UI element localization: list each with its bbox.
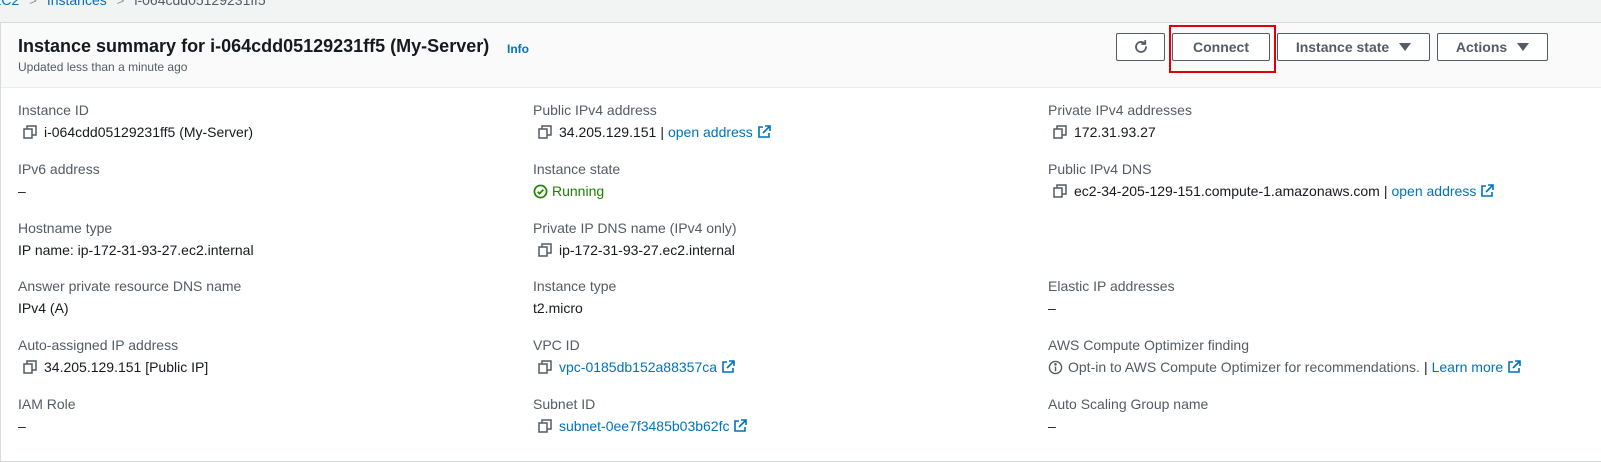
field-value: ec2-34-205-129-151.compute-1.amazonaws.c… bbox=[1074, 183, 1380, 199]
breadcrumb-current: i-064cdd05129231ff5 bbox=[134, 0, 266, 8]
instance-state-field: Instance state Running bbox=[533, 161, 620, 200]
field-label: Answer private resource DNS name bbox=[18, 278, 242, 294]
chevron-right-icon: > bbox=[116, 0, 125, 8]
caret-down-icon bbox=[1399, 43, 1412, 51]
open-address-link[interactable]: open address bbox=[668, 123, 753, 141]
private-dns-field: Private IP DNS name (IPv4 only) ip-172-3… bbox=[533, 220, 737, 259]
field-value: 34.205.129.151 bbox=[559, 124, 657, 140]
field-label: AWS Compute Optimizer finding bbox=[1048, 337, 1249, 353]
field-label: Instance state bbox=[533, 161, 621, 177]
field-value: ip-172-31-93-27.ec2.internal bbox=[559, 242, 735, 258]
copy-icon[interactable] bbox=[23, 360, 37, 374]
panel-header: Instance summary for i-064cdd05129231ff5… bbox=[1, 23, 1601, 88]
hostname-type-field: Hostname type IP name: ip-172-31-93-27.e… bbox=[18, 220, 254, 259]
refresh-button[interactable] bbox=[1116, 33, 1165, 61]
external-link-icon[interactable] bbox=[721, 360, 735, 374]
copy-icon[interactable] bbox=[538, 125, 552, 139]
field-label: Private IPv4 addresses bbox=[1048, 102, 1192, 118]
field-label: Auto-assigned IP address bbox=[18, 337, 179, 353]
instance-type-field: Instance type t2.micro bbox=[533, 278, 616, 317]
actions-dropdown[interactable]: Actions bbox=[1437, 33, 1548, 61]
field-label: Instance type bbox=[533, 278, 617, 294]
field-value: IP name: ip-172-31-93-27.ec2.internal bbox=[18, 242, 254, 258]
learn-more-link[interactable]: Learn more bbox=[1432, 358, 1504, 376]
subnet-id-field: Subnet ID subnet-0ee7f3485b03b62fc bbox=[533, 396, 748, 435]
field-value: – bbox=[1048, 418, 1056, 434]
field-value: – bbox=[1048, 300, 1056, 316]
field-label: Auto Scaling Group name bbox=[1048, 396, 1209, 412]
instance-state-label: Instance state bbox=[1295, 39, 1390, 55]
auto-assigned-ip-field: Auto-assigned IP address 34.205.129.151 … bbox=[18, 337, 208, 376]
copy-icon[interactable] bbox=[538, 360, 552, 374]
caret-down-icon bbox=[1517, 43, 1530, 51]
open-address-link[interactable]: open address bbox=[1391, 182, 1476, 200]
instance-summary-panel: Instance summary for i-064cdd05129231ff5… bbox=[0, 22, 1601, 462]
field-label: Instance ID bbox=[18, 102, 89, 118]
copy-icon[interactable] bbox=[1053, 184, 1067, 198]
instance-id-field: Instance ID i-064cdd05129231ff5 (My-Serv… bbox=[18, 102, 253, 141]
field-label: Private IP DNS name (IPv4 only) bbox=[533, 220, 737, 236]
connect-button[interactable]: Connect bbox=[1172, 33, 1270, 61]
iam-role-field: IAM Role – bbox=[18, 396, 76, 435]
vpc-id-field: VPC ID vpc-0185db152a88357ca bbox=[533, 337, 735, 376]
refresh-icon bbox=[1134, 39, 1147, 53]
instance-state-dropdown[interactable]: Instance state bbox=[1277, 33, 1430, 61]
field-value: i-064cdd05129231ff5 (My-Server) bbox=[44, 124, 254, 140]
field-value: IPv4 (A) bbox=[18, 300, 69, 316]
answer-dns-field: Answer private resource DNS name IPv4 (A… bbox=[18, 278, 241, 317]
copy-icon[interactable] bbox=[23, 125, 37, 139]
page-title: Instance summary for i-064cdd05129231ff5… bbox=[18, 36, 490, 56]
field-value: 172.31.93.27 bbox=[1074, 124, 1156, 140]
field-value: t2.micro bbox=[533, 300, 583, 316]
field-label: IPv6 address bbox=[18, 161, 100, 177]
breadcrumb: EC2 > Instances > i-064cdd05129231ff5 bbox=[0, 0, 266, 9]
external-link-icon[interactable] bbox=[733, 419, 748, 433]
actions-label: Actions bbox=[1455, 39, 1508, 55]
elastic-ip-field: Elastic IP addresses – bbox=[1048, 278, 1175, 317]
public-dns-field: Public IPv4 DNS ec2-34-205-129-151.compu… bbox=[1048, 161, 1495, 200]
private-ipv4-field: Private IPv4 addresses 172.31.93.27 bbox=[1048, 102, 1192, 141]
public-ipv4-field: Public IPv4 address 34.205.129.151 | ope… bbox=[533, 102, 771, 141]
ipv6-address-field: IPv6 address – bbox=[18, 161, 100, 200]
external-link-icon[interactable] bbox=[1480, 184, 1495, 198]
copy-icon[interactable] bbox=[538, 243, 552, 257]
field-label: Elastic IP addresses bbox=[1048, 278, 1175, 294]
chevron-right-icon: > bbox=[29, 0, 37, 8]
info-circle-icon bbox=[1048, 360, 1063, 374]
compute-optimizer-field: AWS Compute Optimizer finding Opt-in to … bbox=[1048, 337, 1521, 376]
external-link-icon[interactable] bbox=[1507, 360, 1521, 374]
field-label: VPC ID bbox=[533, 337, 580, 353]
info-link[interactable]: Info bbox=[507, 42, 529, 56]
subnet-id-link[interactable]: subnet-0ee7f3485b03b62fc bbox=[559, 417, 729, 435]
vpc-id-link[interactable]: vpc-0185db152a88357ca bbox=[559, 358, 717, 376]
field-label: Public IPv4 DNS bbox=[1048, 161, 1152, 177]
last-updated-text: Updated less than a minute ago bbox=[18, 60, 188, 74]
field-label: IAM Role bbox=[18, 396, 76, 412]
field-value: Opt-in to AWS Compute Optimizer for reco… bbox=[1068, 359, 1420, 375]
asg-name-field: Auto Scaling Group name – bbox=[1048, 396, 1208, 435]
field-label: Hostname type bbox=[18, 220, 113, 236]
breadcrumb-ec2[interactable]: EC2 bbox=[0, 0, 19, 8]
field-label: Public IPv4 address bbox=[533, 102, 657, 118]
copy-icon[interactable] bbox=[538, 419, 552, 433]
copy-icon[interactable] bbox=[1053, 125, 1067, 139]
status-running: Running bbox=[552, 183, 605, 199]
field-value: – bbox=[18, 183, 26, 199]
breadcrumb-instances[interactable]: Instances bbox=[47, 0, 107, 8]
check-circle-icon bbox=[533, 184, 548, 198]
field-label: Subnet ID bbox=[533, 396, 596, 412]
external-link-icon[interactable] bbox=[757, 125, 771, 139]
field-value: – bbox=[18, 418, 26, 434]
field-value: 34.205.129.151 [Public IP] bbox=[44, 359, 209, 375]
